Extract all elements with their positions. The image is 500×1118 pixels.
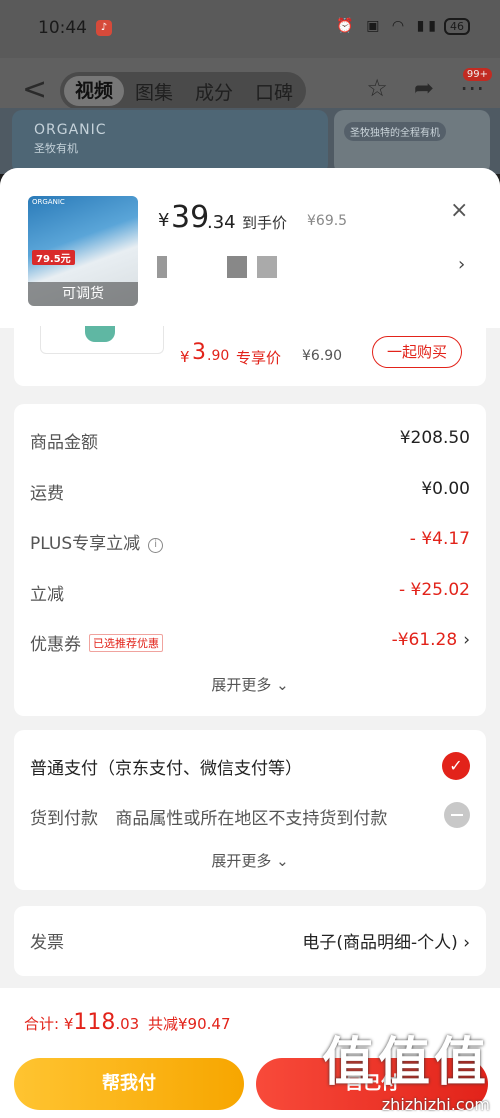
watermark: 值值值 zhizhizhi.com xyxy=(322,1020,490,1114)
status-time: 10:44 xyxy=(38,18,87,38)
payment-cod-note: 商品属性或所在地区不支持货到付款 xyxy=(115,809,388,829)
total-saving: 共减¥90.47 xyxy=(148,1015,231,1033)
fee-label: PLUS专享立减 i xyxy=(30,529,164,554)
total-integer: 118 xyxy=(73,1010,116,1035)
battery-icon: 46 xyxy=(444,18,470,35)
banner-left: ORGANIC 圣牧有机 xyxy=(12,110,328,174)
product-banner: ORGANIC 圣牧有机 圣牧独特的全程有机 xyxy=(0,108,500,174)
close-icon[interactable]: × xyxy=(450,198,468,223)
coupon-tag: 已选推荐优惠 xyxy=(89,634,163,652)
fee-value: - ¥4.17 xyxy=(409,529,470,549)
tab-gallery[interactable]: 图集 xyxy=(124,78,184,105)
combo-price-integer: 3 xyxy=(192,340,206,365)
fee-label: 立减 xyxy=(30,585,64,605)
checkout-bar: 合计: ¥118.03 共减¥90.47 帮我付 自己付 值值值 zhizhiz… xyxy=(0,988,500,1118)
payment-normal[interactable]: 普通支付（京东支付、微信支付等） ✓ xyxy=(30,752,470,780)
original-price: ¥69.5 xyxy=(307,213,348,229)
fee-value: ¥0.00 xyxy=(421,479,470,499)
chevron-right-icon: › xyxy=(463,630,470,650)
spec-redacted xyxy=(157,256,167,278)
watermark-text: 值值值 xyxy=(321,1033,490,1093)
invoice-label: 发票 xyxy=(30,933,64,953)
payment-cod-label: 货到付款 xyxy=(30,809,98,829)
payment-methods: 普通支付（京东支付、微信支付等） ✓ 货到付款 商品属性或所在地区不支持货到付款… xyxy=(14,730,486,890)
help-pay-button[interactable]: 帮我付 xyxy=(14,1058,244,1110)
product-image-tag: 79.5元 xyxy=(32,250,75,265)
combo-price-decimal: .90 xyxy=(207,348,230,364)
expand-more-payment[interactable]: 展开更多 ⌄ xyxy=(14,850,486,871)
tab-reviews[interactable]: 口碑 xyxy=(244,78,304,105)
payment-cod: 货到付款 商品属性或所在地区不支持货到付款 xyxy=(30,802,470,829)
product-image[interactable]: ORGANIC 79.5元 可调货 xyxy=(28,196,138,306)
fee-row-shipping: 运费 ¥0.00 xyxy=(30,475,470,505)
status-bar: 10:44 ♪ ⏰ ▣ ◠ ▮▮ 46 xyxy=(0,0,500,58)
spec-redacted xyxy=(227,256,247,278)
fee-row-discount: 立减 - ¥25.02 xyxy=(30,576,470,606)
product-header: ORGANIC 79.5元 可调货 ¥ 39 .34 到手价 ¥69.5 × › xyxy=(0,168,500,328)
check-icon[interactable]: ✓ xyxy=(442,752,470,780)
tab-video[interactable]: 视频 xyxy=(64,76,124,106)
fee-summary: 商品金额 ¥208.50 运费 ¥0.00 PLUS专享立减 i - ¥4.17 … xyxy=(14,404,486,716)
message-badge: 99+ xyxy=(462,68,492,81)
buy-together-button[interactable]: 一起购买 xyxy=(372,336,462,368)
banner-brand-cn: 圣牧有机 xyxy=(34,142,78,155)
chevron-right-icon[interactable]: › xyxy=(458,254,465,275)
combo-original-price: ¥6.90 xyxy=(302,348,343,364)
total-line: 合计: ¥118.03 共减¥90.47 xyxy=(24,1010,231,1035)
payment-normal-label: 普通支付（京东支付、微信支付等） xyxy=(30,759,302,779)
fee-value: -¥61.28 › xyxy=(392,630,470,650)
watermark-url: zhizhizhi.com xyxy=(381,1095,490,1114)
invoice-row[interactable]: 发票 电子(商品明细-个人) › xyxy=(14,906,486,976)
product-image-brand: ORGANIC xyxy=(32,198,65,206)
music-app-icon: ♪ xyxy=(96,20,112,36)
fee-label: 运费 xyxy=(30,484,64,504)
fee-row-goods: 商品金额 ¥208.50 xyxy=(30,424,470,454)
fee-row-coupon[interactable]: 优惠券 已选推荐优惠 -¥61.28 › xyxy=(30,626,470,656)
back-icon[interactable]: < xyxy=(22,72,47,107)
share-icon[interactable]: ➦ xyxy=(414,74,434,102)
fee-value: - ¥25.02 xyxy=(398,580,470,600)
total-decimal: .03 xyxy=(115,1015,140,1033)
spec-redacted xyxy=(257,256,277,278)
checkout-sheet: ORGANIC 79.5元 可调货 ¥ 39 .34 到手价 ¥69.5 × ›… xyxy=(0,168,500,1118)
tab-ingredients[interactable]: 成分 xyxy=(184,78,244,105)
banner-right: 圣牧独特的全程有机 xyxy=(334,110,490,174)
invoice-value-text: 电子(商品明细-个人) xyxy=(302,933,458,953)
spec-redacted xyxy=(177,256,217,278)
price-decimal: .34 xyxy=(207,212,236,233)
fee-value: ¥208.50 xyxy=(399,428,470,448)
nav-tabs: 视频 图集 成分 口碑 xyxy=(60,72,306,110)
info-icon[interactable]: i xyxy=(148,538,164,553)
fee-label: 优惠券 已选推荐优惠 xyxy=(30,630,163,655)
fee-label-text: 优惠券 xyxy=(30,635,81,655)
total-prefix: 合计: ¥ xyxy=(24,1015,74,1033)
fee-row-plus: PLUS专享立减 i - ¥4.17 xyxy=(30,525,470,555)
combo-price-label: 专享价 xyxy=(236,349,282,367)
banner-pill: 圣牧独特的全程有机 xyxy=(344,122,446,141)
fee-label: 商品金额 xyxy=(30,433,98,453)
expand-more-fees[interactable]: 展开更多 ⌄ xyxy=(14,674,486,695)
combo-price-symbol: ¥ xyxy=(180,348,190,366)
combo-thumbnail[interactable] xyxy=(40,326,164,354)
chevron-right-icon: › xyxy=(463,933,470,953)
banner-brand: ORGANIC xyxy=(34,122,107,138)
coupon-amount: -¥61.28 xyxy=(391,630,458,650)
price-integer: 39 xyxy=(171,200,210,235)
star-icon[interactable]: ☆ xyxy=(366,74,388,102)
invoice-value: 电子(商品明细-个人) › xyxy=(302,928,470,953)
spec-selector[interactable] xyxy=(157,256,277,278)
status-icons: ⏰ ▣ ◠ ▮▮ 46 xyxy=(336,18,470,35)
product-image-caption: 可调货 xyxy=(28,282,138,306)
fee-label-text: PLUS专享立减 xyxy=(30,534,141,554)
price-symbol: ¥ xyxy=(158,210,170,231)
combo-offer: ¥ 3 .90 专享价 ¥6.90 一起购买 xyxy=(14,326,486,386)
disabled-icon xyxy=(444,802,470,828)
price-label: 到手价 xyxy=(242,214,288,232)
